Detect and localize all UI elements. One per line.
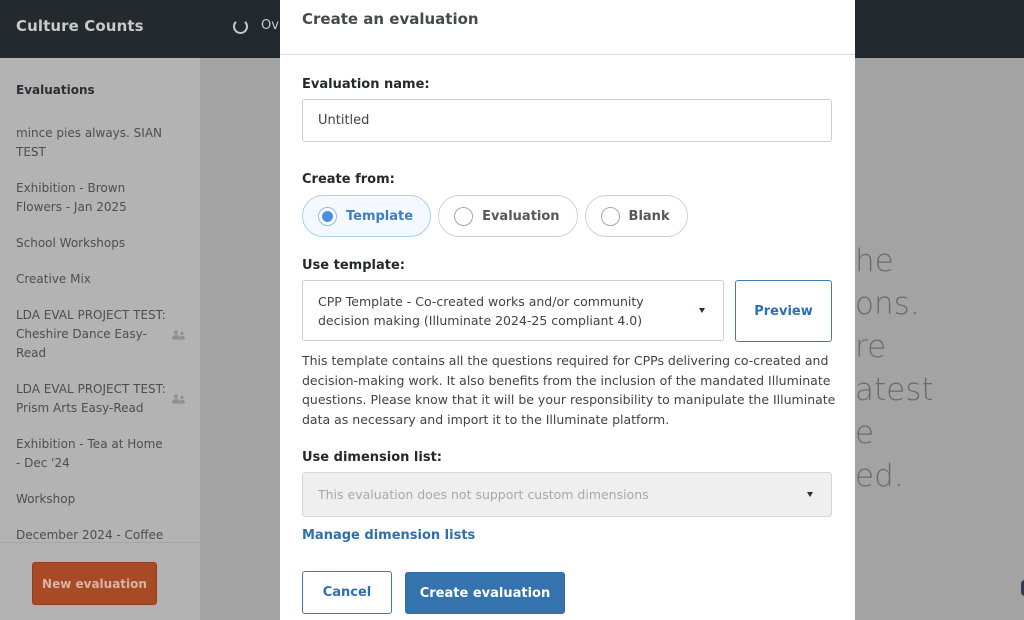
sidebar-title: Evaluations (16, 83, 95, 97)
create-from-label: Create from: (302, 172, 395, 187)
shared-users-icon (172, 330, 185, 339)
radio-unselected-icon (454, 206, 474, 226)
cancel-button[interactable]: Cancel (302, 571, 392, 614)
sidebar-item-label: Exhibition - Tea at Home - Dec '24 (16, 437, 163, 470)
background-intro-text: he ons. re atest e ed. (855, 243, 934, 494)
sidebar-item-label: LDA EVAL PROJECT TEST: Cheshire Dance Ea… (16, 308, 166, 360)
sidebar-item[interactable]: LDA EVAL PROJECT TEST: Prism Arts Easy-R… (0, 380, 200, 418)
radio-selected-icon (318, 206, 337, 226)
sidebar-item-label: Creative Mix (16, 272, 91, 286)
sidebar-item[interactable]: December 2024 - Coffee (0, 526, 200, 542)
sidebar-item[interactable]: Exhibition - Brown Flowers - Jan 2025 (0, 179, 200, 217)
sidebar-item[interactable]: Exhibition - Tea at Home - Dec '24 (0, 435, 200, 473)
brand-logo[interactable]: Culture Counts (16, 17, 144, 35)
evaluation-name-input[interactable] (302, 99, 832, 142)
sidebar-footer: New evaluation (0, 542, 200, 620)
sidebar-item-label: Exhibition - Brown Flowers - Jan 2025 (16, 181, 127, 214)
manage-dimension-lists-link[interactable]: Manage dimension lists (302, 528, 475, 543)
radio-label: Blank (628, 208, 670, 224)
nav-item-overview[interactable]: Ov (261, 18, 279, 33)
radio-unselected-icon (600, 206, 620, 226)
create-evaluation-modal: Create an evaluation Evaluation name: Cr… (280, 0, 855, 620)
loading-spinner-icon (233, 19, 248, 34)
sidebar-item[interactable]: Workshop (0, 490, 200, 509)
dimension-select-value: This evaluation does not support custom … (318, 487, 649, 502)
use-dimension-list-label: Use dimension list: (302, 450, 442, 465)
use-template-label: Use template: (302, 258, 405, 273)
radio-template[interactable]: Template (302, 195, 432, 237)
dimension-list-select[interactable]: This evaluation does not support custom … (302, 472, 832, 517)
sidebar-item-label: School Workshops (16, 236, 126, 250)
sidebar-item-label: LDA EVAL PROJECT TEST: Prism Arts Easy-R… (16, 382, 166, 415)
create-evaluation-button[interactable]: Create evaluation (405, 572, 565, 614)
sidebar-item[interactable]: mince pies always. SIAN TEST (0, 124, 200, 162)
sidebar-item[interactable]: School Workshops (0, 234, 200, 253)
evaluation-name-label: Evaluation name: (302, 77, 430, 92)
sidebar-item-label: Workshop (16, 492, 76, 506)
preview-button[interactable]: Preview (735, 280, 832, 342)
new-evaluation-button[interactable]: New evaluation (32, 562, 157, 605)
template-select[interactable]: CPP Template - Co-created works and/or c… (302, 280, 724, 341)
chevron-down-icon (807, 491, 813, 497)
create-from-radio-group: Template Evaluation Blank (302, 195, 688, 237)
template-select-value: CPP Template - Co-created works and/or c… (318, 294, 644, 328)
radio-label: Evaluation (482, 208, 560, 224)
sidebar-item[interactable]: LDA EVAL PROJECT TEST: Cheshire Dance Ea… (0, 306, 200, 363)
modal-header: Create an evaluation (280, 0, 855, 55)
modal-title: Create an evaluation (302, 10, 479, 28)
radio-label: Template (346, 208, 414, 224)
sidebar: Evaluations mince pies always. SIAN TEST… (0, 58, 200, 620)
template-description: This template contains all the questions… (302, 353, 836, 427)
radio-blank[interactable]: Blank (584, 195, 688, 237)
sidebar-item-label: December 2024 - Coffee (16, 528, 164, 542)
shared-users-icon (172, 394, 185, 404)
sidebar-item[interactable]: Creative Mix (0, 270, 200, 289)
evaluations-list[interactable]: mince pies always. SIAN TEST Exhibition … (0, 124, 200, 542)
radio-evaluation[interactable]: Evaluation (438, 195, 578, 237)
chevron-down-icon (699, 307, 705, 313)
sidebar-item-label: mince pies always. SIAN TEST (16, 126, 163, 159)
